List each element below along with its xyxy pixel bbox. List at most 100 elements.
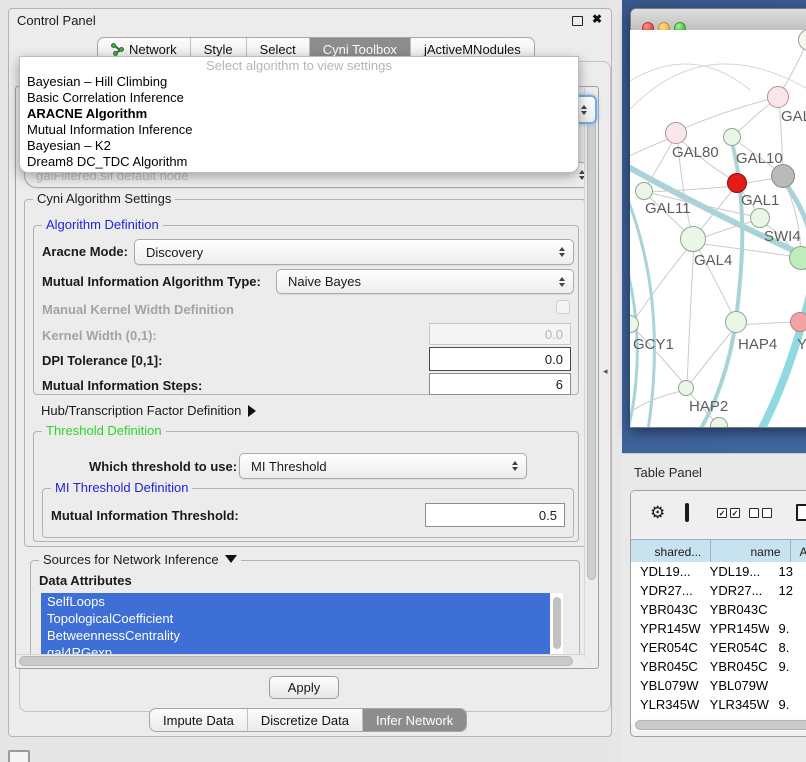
attribute-list-item[interactable]: SelfLoops <box>41 593 563 610</box>
network-node[interactable] <box>723 128 741 146</box>
network-node[interactable] <box>767 86 789 108</box>
table-cell[interactable]: YER054C <box>631 638 701 657</box>
table-row[interactable]: YER054CYER054C8. <box>631 638 806 657</box>
dropdown-item[interactable]: Bayesian – Hill Climbing <box>20 74 578 90</box>
dpi-tolerance-value: 0.0 <box>545 352 563 367</box>
manual-kernel-checkbox[interactable] <box>556 300 570 314</box>
table-row[interactable]: YBR043CYBR043C <box>631 600 806 619</box>
network-node[interactable] <box>750 208 770 228</box>
mi-threshold-input[interactable]: 0.5 <box>425 503 565 527</box>
network-node[interactable] <box>727 173 747 193</box>
table-cell[interactable]: YER054C <box>701 638 770 657</box>
tab-discretize-data[interactable]: Discretize Data <box>247 709 362 731</box>
gear-icon[interactable]: ⚙ <box>650 504 665 521</box>
network-node[interactable] <box>680 226 706 252</box>
table-row[interactable]: YPR145WYPR145W9. <box>631 619 806 638</box>
table-cell[interactable]: YBR043C <box>701 600 770 619</box>
network-node[interactable] <box>789 246 806 270</box>
table-header-row: shared... name A <box>631 539 806 564</box>
column-header-name[interactable]: name <box>711 540 790 563</box>
table-cell[interactable]: YDL19... <box>631 562 701 581</box>
table-row[interactable]: YDL19...YDL19...13 <box>631 562 806 581</box>
close-icon[interactable]: ✖ <box>592 12 602 26</box>
table-cell[interactable] <box>769 600 806 619</box>
attribute-list-item[interactable]: BetweennessCentrality <box>41 627 563 644</box>
table-cell[interactable]: 9. <box>769 695 806 714</box>
dropdown-item[interactable]: Dream8 DC_TDC Algorithm <box>20 154 578 170</box>
mi-steps-input[interactable]: 6 <box>429 373 571 395</box>
network-node[interactable] <box>790 312 806 332</box>
table-cell[interactable]: YDL19... <box>701 562 770 581</box>
kernel-width-input[interactable]: 0.0 <box>429 323 571 345</box>
table-cell[interactable]: YPR145W <box>701 619 770 638</box>
table-row[interactable]: YLR345WYLR345W9. <box>631 695 806 714</box>
list-scrollbar-thumb[interactable] <box>553 597 561 649</box>
tab-label: Impute Data <box>163 713 234 728</box>
table-cell[interactable]: YBR045C <box>701 657 770 676</box>
table-cell[interactable]: YDR27... <box>701 581 770 600</box>
collapse-down-icon <box>225 555 237 563</box>
tab-label: Network <box>129 42 177 57</box>
column-header-third[interactable]: A <box>791 540 806 563</box>
table-horizontal-scrollbar[interactable] <box>633 719 806 731</box>
attribute-list-item[interactable]: TopologicalCoefficient <box>41 610 563 627</box>
table-row[interactable]: YDR27...YDR27...12 <box>631 581 806 600</box>
network-node[interactable] <box>678 380 694 396</box>
data-attributes-list[interactable]: SelfLoopsTopologicalCoefficientBetweenne… <box>41 593 563 661</box>
table-cell[interactable]: YBR043C <box>631 600 701 619</box>
vertical-scrollbar-thumb[interactable] <box>587 102 596 580</box>
which-threshold-combobox[interactable]: MI Threshold <box>239 453 527 479</box>
table-cell[interactable]: YPR145W <box>631 619 701 638</box>
horizontal-scrollbar-thumb[interactable] <box>19 656 573 666</box>
aracne-mode-combobox[interactable]: Discovery <box>134 239 574 265</box>
table-cell[interactable] <box>769 676 806 695</box>
table-row[interactable]: YBL079WYBL079W <box>631 676 806 695</box>
tab-label: jActiveMNodules <box>424 42 521 57</box>
network-node[interactable] <box>725 311 747 333</box>
algorithm-dropdown-list: Bayesian – Hill ClimbingBasic Correlatio… <box>20 74 578 170</box>
table-cell[interactable]: YBL079W <box>631 676 701 695</box>
tab-impute-data[interactable]: Impute Data <box>150 709 247 731</box>
network-edge <box>630 64 750 90</box>
table-cell[interactable]: YLR345W <box>631 695 701 714</box>
network-edge <box>630 390 686 420</box>
table-cell[interactable]: 13 <box>769 562 806 581</box>
table-cell[interactable]: YBR045C <box>631 657 701 676</box>
select-all-columns-icon[interactable]: ✓✓ <box>717 508 740 518</box>
horizontal-scrollbar[interactable] <box>17 654 584 667</box>
network-canvas[interactable]: GALGAL80GAL10GAL1GAL11SWI4GAL4GCY1HAP4YH… <box>630 30 806 427</box>
tab-infer-network[interactable]: Infer Network <box>362 709 466 731</box>
network-node-label: HAP4 <box>738 336 777 353</box>
dropdown-item[interactable]: Basic Correlation Inference <box>20 90 578 106</box>
dropdown-item[interactable]: Bayesian – K2 <box>20 138 578 154</box>
column-layout-icon[interactable] <box>685 503 689 522</box>
table-cell[interactable]: 12 <box>769 581 806 600</box>
apply-button[interactable]: Apply <box>269 676 339 699</box>
hub-definition-expander[interactable]: Hub/Transcription Factor Definition <box>41 403 256 418</box>
float-window-icon[interactable] <box>572 16 583 26</box>
mi-type-combobox[interactable]: Naive Bayes <box>276 269 574 294</box>
vertical-scrollbar[interactable] <box>584 88 597 657</box>
new-table-icon[interactable] <box>796 504 806 521</box>
deselect-all-columns-icon[interactable] <box>749 508 772 518</box>
network-node[interactable] <box>635 182 653 200</box>
table-cell[interactable]: YLR345W <box>701 695 770 714</box>
dpi-tolerance-input[interactable]: 0.0 <box>429 347 571 371</box>
table-cell[interactable]: YBL079W <box>701 676 770 695</box>
network-node[interactable] <box>771 164 795 188</box>
table-row[interactable]: YBR045CYBR045C9. <box>631 657 806 676</box>
combo-arrows-icon <box>559 247 565 257</box>
column-header-shared-name[interactable]: shared... <box>631 540 711 563</box>
table-cell[interactable]: 8. <box>769 638 806 657</box>
splitpane-divider-handle[interactable]: ◂ <box>603 366 608 377</box>
table-cell[interactable]: 9. <box>769 657 806 676</box>
table-hscrollbar-thumb[interactable] <box>635 720 806 730</box>
network-node[interactable] <box>665 122 687 144</box>
bottom-tabbar: Impute Data Discretize Data Infer Networ… <box>149 708 467 732</box>
table-cell[interactable]: 9. <box>769 619 806 638</box>
dropdown-item[interactable]: Mutual Information Inference <box>20 122 578 138</box>
table-cell[interactable]: YDR27... <box>631 581 701 600</box>
dropdown-item[interactable]: ARACNE Algorithm <box>20 106 578 122</box>
network-window-titlebar[interactable] <box>631 9 806 32</box>
collapsed-panel-button[interactable] <box>8 750 30 762</box>
